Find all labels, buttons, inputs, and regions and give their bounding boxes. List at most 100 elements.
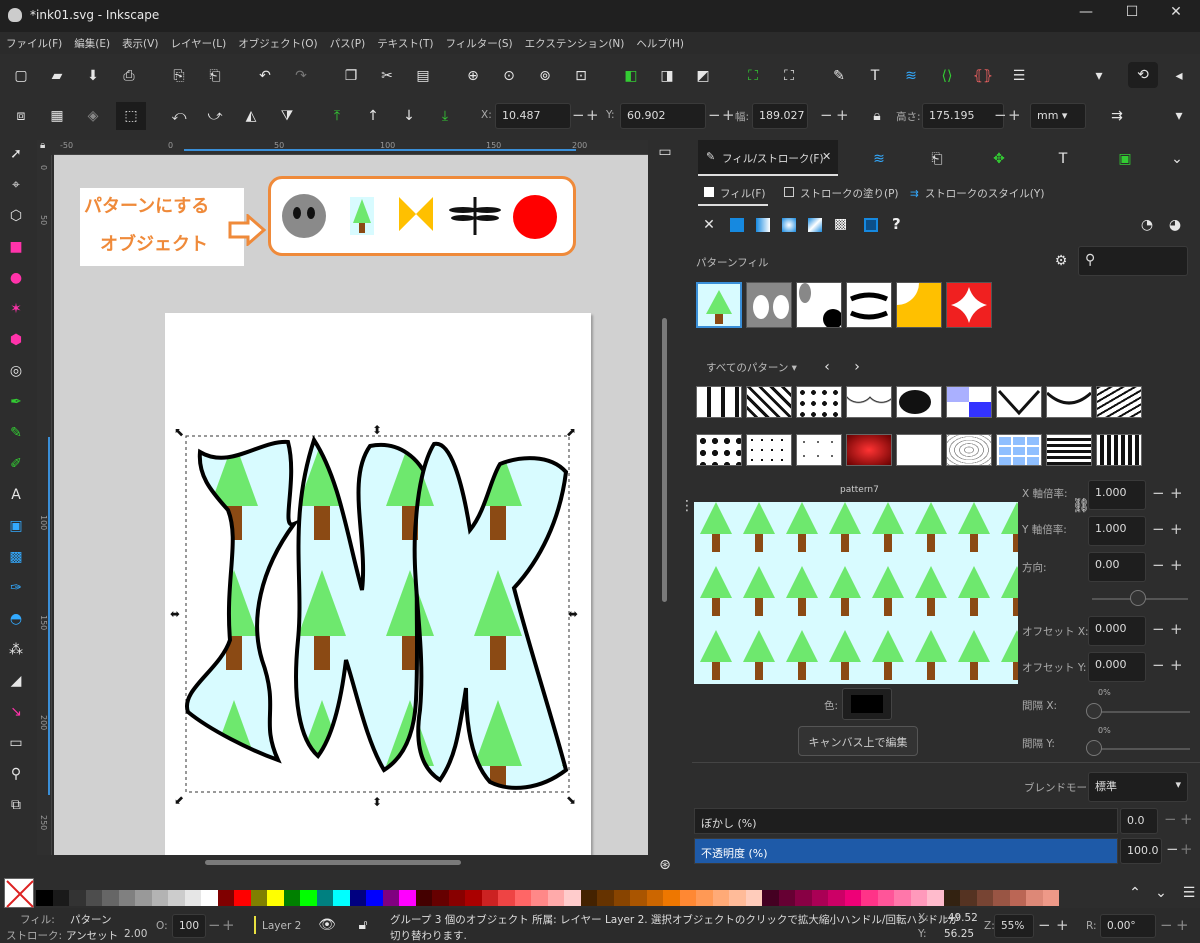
zoom-input[interactable]: 55% [994, 914, 1034, 938]
lower-icon[interactable]: ↓ [396, 103, 422, 129]
menu-filter[interactable]: フィルター(S) [439, 32, 518, 55]
spiral-tool-icon[interactable]: ◎ [3, 357, 29, 385]
text-tool-icon[interactable]: A [3, 481, 29, 509]
offset-x-minus[interactable]: − [1152, 620, 1165, 638]
settings-gear-icon[interactable]: ⚙ [1048, 248, 1074, 274]
pattern-lib-item[interactable] [846, 386, 892, 418]
redo-icon[interactable]: ↷ [288, 63, 314, 89]
transform-tab-icon[interactable]: ✥ [986, 146, 1012, 172]
horizontal-scrollbar[interactable] [205, 860, 461, 865]
gap-y-slider[interactable] [1094, 748, 1190, 750]
zoom-tool-icon[interactable]: ⚲ [3, 760, 29, 788]
ungroup-icon[interactable]: ⛶ [776, 63, 802, 89]
dragonfly-object[interactable] [449, 197, 501, 235]
ellipse-tool-icon[interactable]: ● [3, 264, 29, 292]
zoom-fit-icon[interactable]: ⊡ [568, 63, 594, 89]
opacity-minus[interactable]: − [1166, 840, 1179, 858]
new-document-icon[interactable]: ▢ [8, 63, 34, 89]
palette-menu-icon[interactable]: ☰ [1176, 880, 1200, 906]
menu-edit[interactable]: 編集(E) [68, 32, 116, 55]
group-icon[interactable]: ⛶ [740, 63, 766, 89]
pattern-objects-group[interactable] [268, 176, 576, 256]
palette-swatch[interactable] [267, 890, 284, 906]
palette-swatch[interactable] [745, 890, 762, 906]
pattern-icon[interactable]: ▩ [834, 216, 852, 234]
flat-color-icon[interactable] [730, 218, 744, 232]
vertical-scrollbar[interactable] [662, 318, 667, 602]
fill-rule-evenodd-icon[interactable]: ◔ [1134, 212, 1160, 238]
palette-swatch[interactable] [894, 890, 911, 906]
overflow-icon[interactable]: ▾ [1086, 63, 1112, 89]
x-scale-plus[interactable]: + [1170, 484, 1183, 502]
h-minus[interactable]: − [994, 106, 1007, 124]
palette-swatch[interactable] [432, 890, 449, 906]
h-plus[interactable]: + [1008, 106, 1021, 124]
palette-swatch[interactable] [514, 890, 531, 906]
unit-select[interactable]: mm ▾ [1030, 103, 1086, 129]
pattern-lib-item[interactable] [896, 386, 942, 418]
palette-swatch[interactable] [943, 890, 960, 906]
menu-text[interactable]: テキスト(T) [371, 32, 439, 55]
next-page-icon[interactable]: › [844, 354, 870, 380]
orientation-input[interactable]: 0.00 [1088, 552, 1146, 582]
y-minus[interactable]: − [708, 106, 721, 124]
orientation-minus[interactable]: − [1152, 556, 1165, 574]
palette-swatch[interactable] [300, 890, 317, 906]
maximize-button[interactable]: ☐ [1110, 4, 1154, 28]
palette-swatch[interactable] [333, 890, 350, 906]
menu-path[interactable]: パス(P) [324, 32, 372, 55]
palette-swatch[interactable] [250, 890, 267, 906]
gradient-tool-icon[interactable]: ▣ [3, 512, 29, 540]
palette-swatch[interactable] [993, 890, 1010, 906]
save-icon[interactable]: ⬇ [80, 63, 106, 89]
opacity-status-minus[interactable]: − [208, 916, 221, 934]
pattern-lib-item[interactable] [696, 434, 742, 466]
blur-input[interactable]: 0.0 [1120, 808, 1158, 834]
export-tab-icon[interactable]: ⎗ [924, 146, 950, 172]
palette-swatch[interactable] [712, 890, 729, 906]
paste-icon[interactable]: ▤ [410, 63, 436, 89]
palette-swatch[interactable] [151, 890, 168, 906]
palette-swatch[interactable] [844, 890, 861, 906]
tweak-tool-icon[interactable]: ⬡ [3, 202, 29, 230]
text-tab-icon[interactable]: T [1050, 146, 1076, 172]
menu-extension[interactable]: エクステンション(N) [519, 32, 631, 55]
pattern-lib-item[interactable] [1096, 434, 1142, 466]
pattern-lib-item[interactable] [996, 434, 1042, 466]
xml-editor-icon[interactable]: ⟨⟩ [934, 63, 960, 89]
unset-paint-icon[interactable]: ? [892, 215, 901, 233]
palette-swatch[interactable] [217, 890, 234, 906]
palette-swatch[interactable] [399, 890, 416, 906]
palette-swatch[interactable] [201, 890, 218, 906]
fill-rule-nonzero-icon[interactable]: ◕ [1162, 212, 1188, 238]
y-scale-plus[interactable]: + [1170, 520, 1183, 538]
subtab-fill[interactable]: フィル(F) [704, 186, 766, 201]
offset-y-input[interactable]: 0.000 [1088, 652, 1146, 682]
pencil-tool-icon[interactable]: ✎ [3, 419, 29, 447]
collapse-icon[interactable]: ◂ [1166, 63, 1192, 89]
menu-object[interactable]: オブジェクト(O) [232, 32, 323, 55]
palette-swatch[interactable] [811, 890, 828, 906]
subtab-stroke-paint[interactable]: ストロークの塗り(P) [784, 186, 899, 201]
pattern-color-button[interactable] [842, 688, 892, 720]
palette-swatch[interactable] [531, 890, 548, 906]
palette-swatch[interactable] [1026, 890, 1043, 906]
linear-gradient-icon[interactable] [756, 218, 770, 232]
palette-swatch[interactable] [927, 890, 944, 906]
palette-swatch[interactable] [646, 890, 663, 906]
rotation-plus[interactable]: + [1176, 916, 1189, 934]
blend-mode-select[interactable]: 標準 ▾ [1088, 772, 1188, 802]
close-tab-icon[interactable]: ✕ [822, 150, 831, 163]
blur-slider[interactable]: ぼかし (%) [694, 808, 1118, 834]
mesh-tool-icon[interactable]: ▩ [3, 543, 29, 571]
undo-icon[interactable]: ↶ [252, 63, 278, 89]
palette-swatch[interactable] [366, 890, 383, 906]
palette-swatch[interactable] [795, 890, 812, 906]
palette-swatch[interactable] [465, 890, 482, 906]
blur-minus[interactable]: − [1164, 810, 1177, 828]
offset-y-plus[interactable]: + [1170, 656, 1183, 674]
w-plus[interactable]: + [836, 106, 849, 124]
y-scale-minus[interactable]: − [1152, 520, 1165, 538]
menu-help[interactable]: ヘルプ(H) [630, 32, 690, 55]
palette-swatch[interactable] [498, 890, 515, 906]
